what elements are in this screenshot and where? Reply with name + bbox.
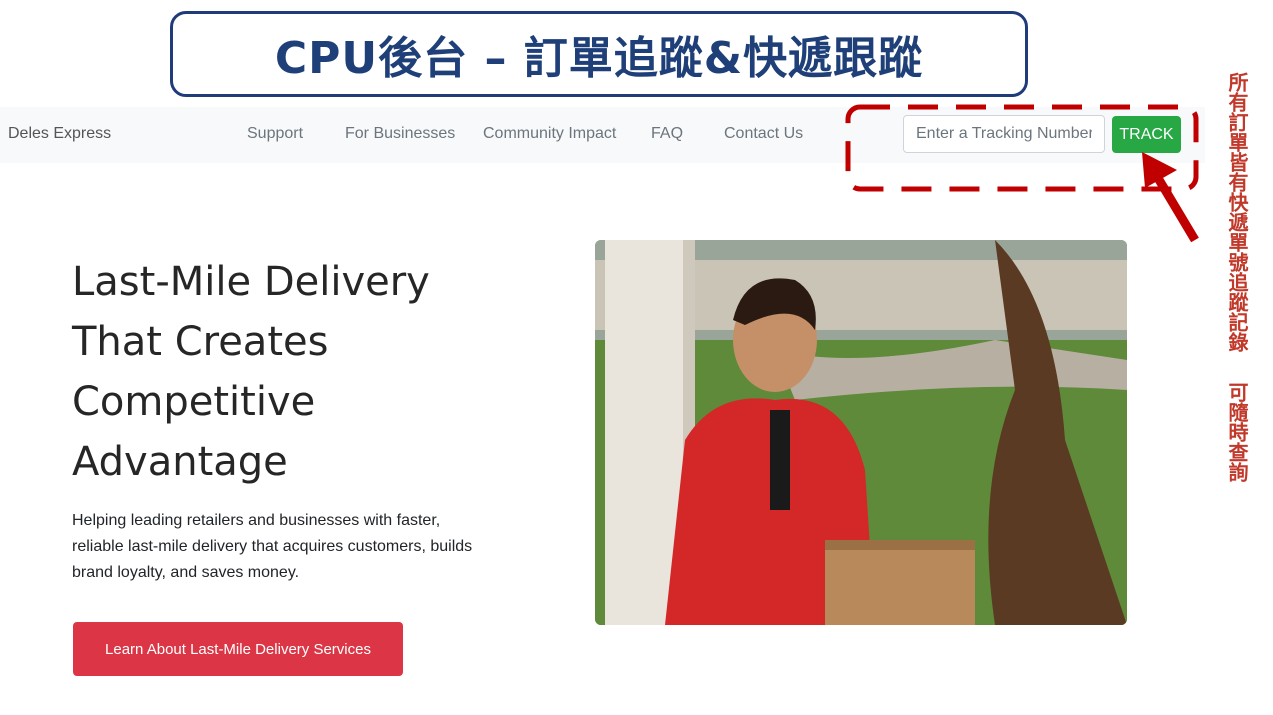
hero-description-line: brand loyalty, and saves money.: [72, 564, 300, 581]
brand-link[interactable]: Deles Express: [8, 125, 111, 143]
banner-title: CPU後台 – 訂單追蹤&快遞跟蹤: [274, 33, 924, 84]
nav-link-community-impact[interactable]: Community Impact: [483, 125, 616, 143]
hero-title-line: That Creates: [72, 319, 329, 365]
hero-description-line: reliable last-mile delivery that acquire…: [72, 538, 473, 555]
nav-link-support[interactable]: Support: [247, 125, 303, 143]
nav-link-faq[interactable]: FAQ: [651, 125, 683, 143]
annotation-note-part1: 所有訂單皆有快遞單號追蹤記錄: [1225, 72, 1249, 352]
hero-title: Last-Mile Delivery That Creates Competit…: [72, 252, 552, 492]
highlight-annotation: [845, 104, 1199, 243]
hero-description: Helping leading retailers and businesses…: [72, 508, 542, 586]
hero-title-line: Competitive: [72, 379, 316, 425]
learn-more-button[interactable]: Learn About Last-Mile Delivery Services: [73, 622, 403, 676]
annotation-note: 所有訂單皆有快遞單號追蹤記錄可隨時查詢: [1222, 72, 1252, 482]
nav-link-contact-us[interactable]: Contact Us: [724, 125, 803, 143]
title-banner: CPU後台 – 訂單追蹤&快遞跟蹤: [170, 11, 1028, 97]
nav-link-for-businesses[interactable]: For Businesses: [345, 125, 455, 143]
hero-photo: [595, 240, 1127, 625]
hero-title-line: Last-Mile Delivery: [72, 259, 430, 305]
annotation-note-part2: 可隨時查詢: [1225, 382, 1249, 482]
hero-title-line: Advantage: [72, 439, 288, 485]
arrow-icon: [1142, 152, 1199, 243]
dashed-highlight-box: [845, 104, 1199, 192]
delivery-photo-illustration: [595, 240, 1127, 625]
hero-description-line: Helping leading retailers and businesses…: [72, 512, 441, 529]
